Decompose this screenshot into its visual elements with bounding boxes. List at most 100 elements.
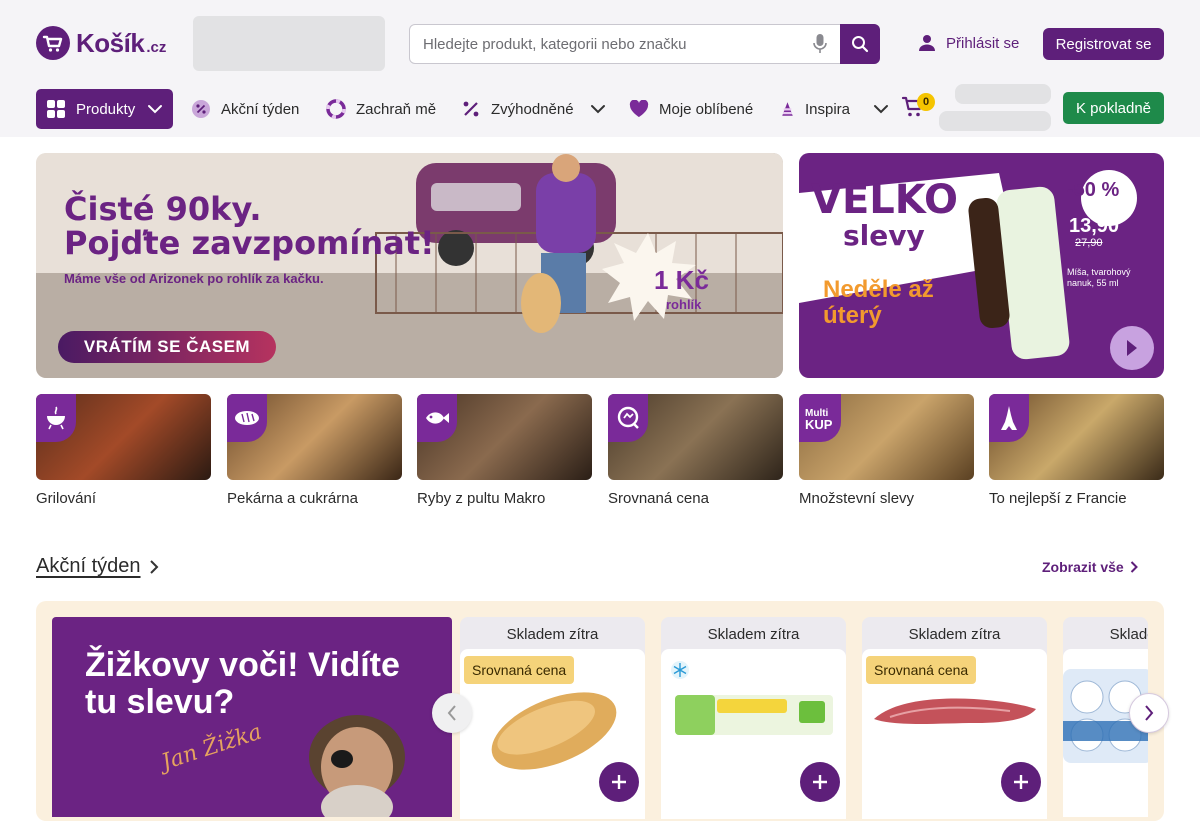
hero-side-title-line1: VELKO <box>811 177 958 223</box>
grid-icon <box>47 100 65 118</box>
hero-side-product-desc: Míša, tvarohový nanuk, 55 ml <box>1067 267 1131 288</box>
cart-total-placeholder <box>955 84 1051 104</box>
basket-logo-icon <box>36 26 70 60</box>
product-image-ice-cream <box>675 695 833 735</box>
hero-main-subtitle: Máme vše od Arizonek po rohlík za kačku. <box>64 271 324 286</box>
nav-item-zachran-me[interactable]: Zachraň mě <box>326 89 436 129</box>
add-to-cart-button[interactable] <box>1001 762 1041 802</box>
category-image: Multi KUP <box>799 394 974 480</box>
category-image <box>417 394 592 480</box>
search-button[interactable] <box>840 24 880 64</box>
lifebuoy-icon <box>326 99 346 119</box>
bread-icon <box>227 394 267 442</box>
category-ryby[interactable]: Ryby z pultu Makro <box>417 394 592 507</box>
hero-price-item: rohlík <box>666 297 702 312</box>
more-chevron-icon[interactable] <box>873 101 889 117</box>
stock-status: Skladem zítra <box>506 625 599 643</box>
product-card-body: Srovnaná cena <box>862 649 1047 819</box>
fish-icon <box>417 394 457 442</box>
svg-text:KUP: KUP <box>805 417 833 431</box>
category-mnozstevni-slevy[interactable]: Multi KUP Množstevní slevy <box>799 394 974 507</box>
nav-item-akcni-tyden[interactable]: Akční týden <box>191 89 299 129</box>
add-to-cart-button[interactable] <box>800 762 840 802</box>
chevron-right-icon <box>1130 561 1138 573</box>
carousel-next-button[interactable] <box>1129 693 1169 733</box>
section-title-text: Akční týden <box>36 555 141 577</box>
microphone-icon[interactable] <box>808 25 832 63</box>
heart-icon <box>629 100 649 117</box>
products-menu-button[interactable]: Produkty <box>36 89 173 129</box>
category-image <box>608 394 783 480</box>
category-label: Grilování <box>36 490 97 507</box>
carousel-prev-button[interactable] <box>432 693 472 733</box>
chevron-down-icon <box>590 105 605 114</box>
checkout-button[interactable]: K pokladně <box>1063 92 1164 124</box>
product-card-misa[interactable]: Skladem zítra <box>661 617 846 819</box>
nav-item-label: Inspira <box>804 100 850 118</box>
plus-icon <box>612 775 626 789</box>
user-icon <box>919 35 935 51</box>
product-card-body <box>661 649 846 819</box>
chevron-down-icon <box>148 105 162 114</box>
category-label: Množstevní slevy <box>799 490 915 507</box>
stock-status: Skladem zítra <box>707 625 800 643</box>
hero-main-title-line1: Čisté 90ky. <box>64 190 262 228</box>
category-image <box>227 394 402 480</box>
category-image <box>36 394 211 480</box>
chevron-right-icon <box>149 559 158 574</box>
promo-signature: Jan Žižka <box>158 719 265 776</box>
show-all-label: Zobrazit vše <box>1042 559 1124 575</box>
frozen-icon <box>671 661 689 679</box>
nav-item-label: Akční týden <box>221 100 300 118</box>
product-card-body: Srovnaná cena <box>460 649 645 819</box>
chevron-right-icon <box>1145 705 1154 721</box>
stock-status: Skladem zítra <box>1109 625 1148 643</box>
hero-side-dates: Neděle až úterý <box>823 276 934 330</box>
hero-side-price: 13,90 <box>1069 215 1120 237</box>
section-title-akcni-tyden[interactable]: Akční týden <box>36 555 159 578</box>
login-link[interactable]: Přihlásit se <box>918 34 1019 52</box>
hero-banner-side[interactable]: VELKO slevy -50 % 13,90 27,90 Míša, tvar… <box>799 153 1164 378</box>
delivery-placeholder <box>939 111 1051 131</box>
search-bar <box>409 24 880 64</box>
product-image-bread <box>491 692 617 770</box>
add-to-cart-button[interactable] <box>599 762 639 802</box>
nav-item-label: Moje oblíbené <box>659 100 754 118</box>
nav-item-label: Zvýhodněné <box>491 100 574 118</box>
nav-item-moje-oblibene[interactable]: Moje oblíbené <box>629 89 753 129</box>
hero-side-discount: -50 % <box>1067 179 1120 201</box>
site-logo[interactable]: Košík .cz <box>36 26 166 60</box>
show-all-link[interactable]: Zobrazit vše <box>1042 559 1138 575</box>
category-grilovani[interactable]: Grilování <box>36 394 211 507</box>
hero-side-title-line2: slevy <box>843 219 925 252</box>
category-francie[interactable]: To nejlepší z Francie <box>989 394 1164 507</box>
product-card-body <box>1063 649 1148 817</box>
plus-icon <box>1014 775 1028 789</box>
hero-price-value: 1 Kč <box>654 265 709 295</box>
logo-suffix: .cz <box>146 38 167 56</box>
category-label: To nejlepší z Francie <box>989 490 1127 507</box>
plus-icon <box>813 775 827 789</box>
price-compare-icon <box>608 394 648 442</box>
percent-badge-icon <box>192 100 210 118</box>
register-button[interactable]: Registrovat se <box>1043 28 1164 60</box>
percent-icon <box>463 101 479 117</box>
hero-main-title-line2: Pojďte zavzpomínat! <box>64 224 435 262</box>
search-input[interactable] <box>410 25 808 63</box>
stock-status: Skladem zítra <box>908 625 1001 643</box>
products-label: Produkty <box>76 100 136 118</box>
nav-item-label: Zachraň mě <box>356 100 437 118</box>
hero-banner-main[interactable]: Čisté 90ky. Pojďte zavzpomínat! Máme vše… <box>36 153 783 378</box>
nav-item-zvyhodnene[interactable]: Zvýhodněné <box>461 89 606 129</box>
product-card-rohlik[interactable]: Skladem zítra Srovnaná cena <box>460 617 645 819</box>
multi-buy-icon: Multi KUP <box>799 394 841 442</box>
logo-text: Košík <box>76 27 145 58</box>
product-card-meat[interactable]: Skladem zítra Srovnaná cena <box>862 617 1047 819</box>
hero-main-cta[interactable]: VRÁTÍM SE ČASEM <box>58 331 276 363</box>
category-pekarna[interactable]: Pekárna a cukrárna <box>227 394 402 507</box>
promo-banner[interactable]: Žižkovy voči! Vidíte tu slevu? Jan Žižka <box>52 617 452 817</box>
nav-item-inspirace[interactable]: Inspira <box>780 89 850 129</box>
chevron-left-icon <box>447 705 456 721</box>
promo-portrait <box>309 715 405 817</box>
category-srovnana-cena[interactable]: Srovnaná cena <box>608 394 783 507</box>
